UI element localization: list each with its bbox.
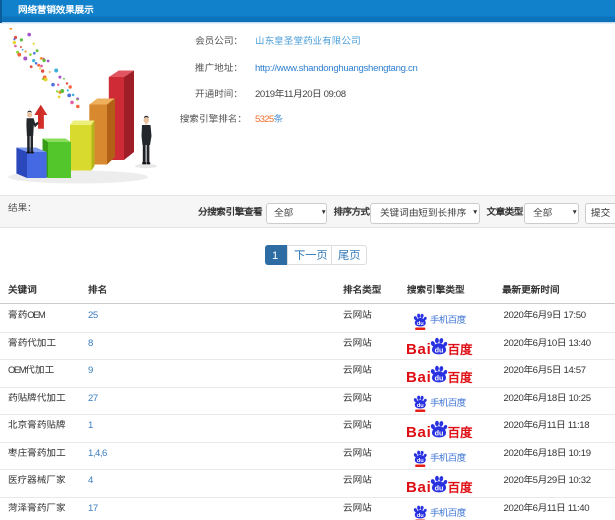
svg-text:du: du bbox=[416, 403, 423, 409]
svg-text:du: du bbox=[434, 374, 443, 383]
svg-text:du: du bbox=[434, 346, 443, 355]
svg-text:du: du bbox=[416, 458, 423, 464]
svg-text:du: du bbox=[434, 484, 443, 493]
svg-text:du: du bbox=[416, 513, 423, 519]
svg-text:du: du bbox=[416, 321, 423, 327]
svg-text:du: du bbox=[434, 429, 443, 438]
